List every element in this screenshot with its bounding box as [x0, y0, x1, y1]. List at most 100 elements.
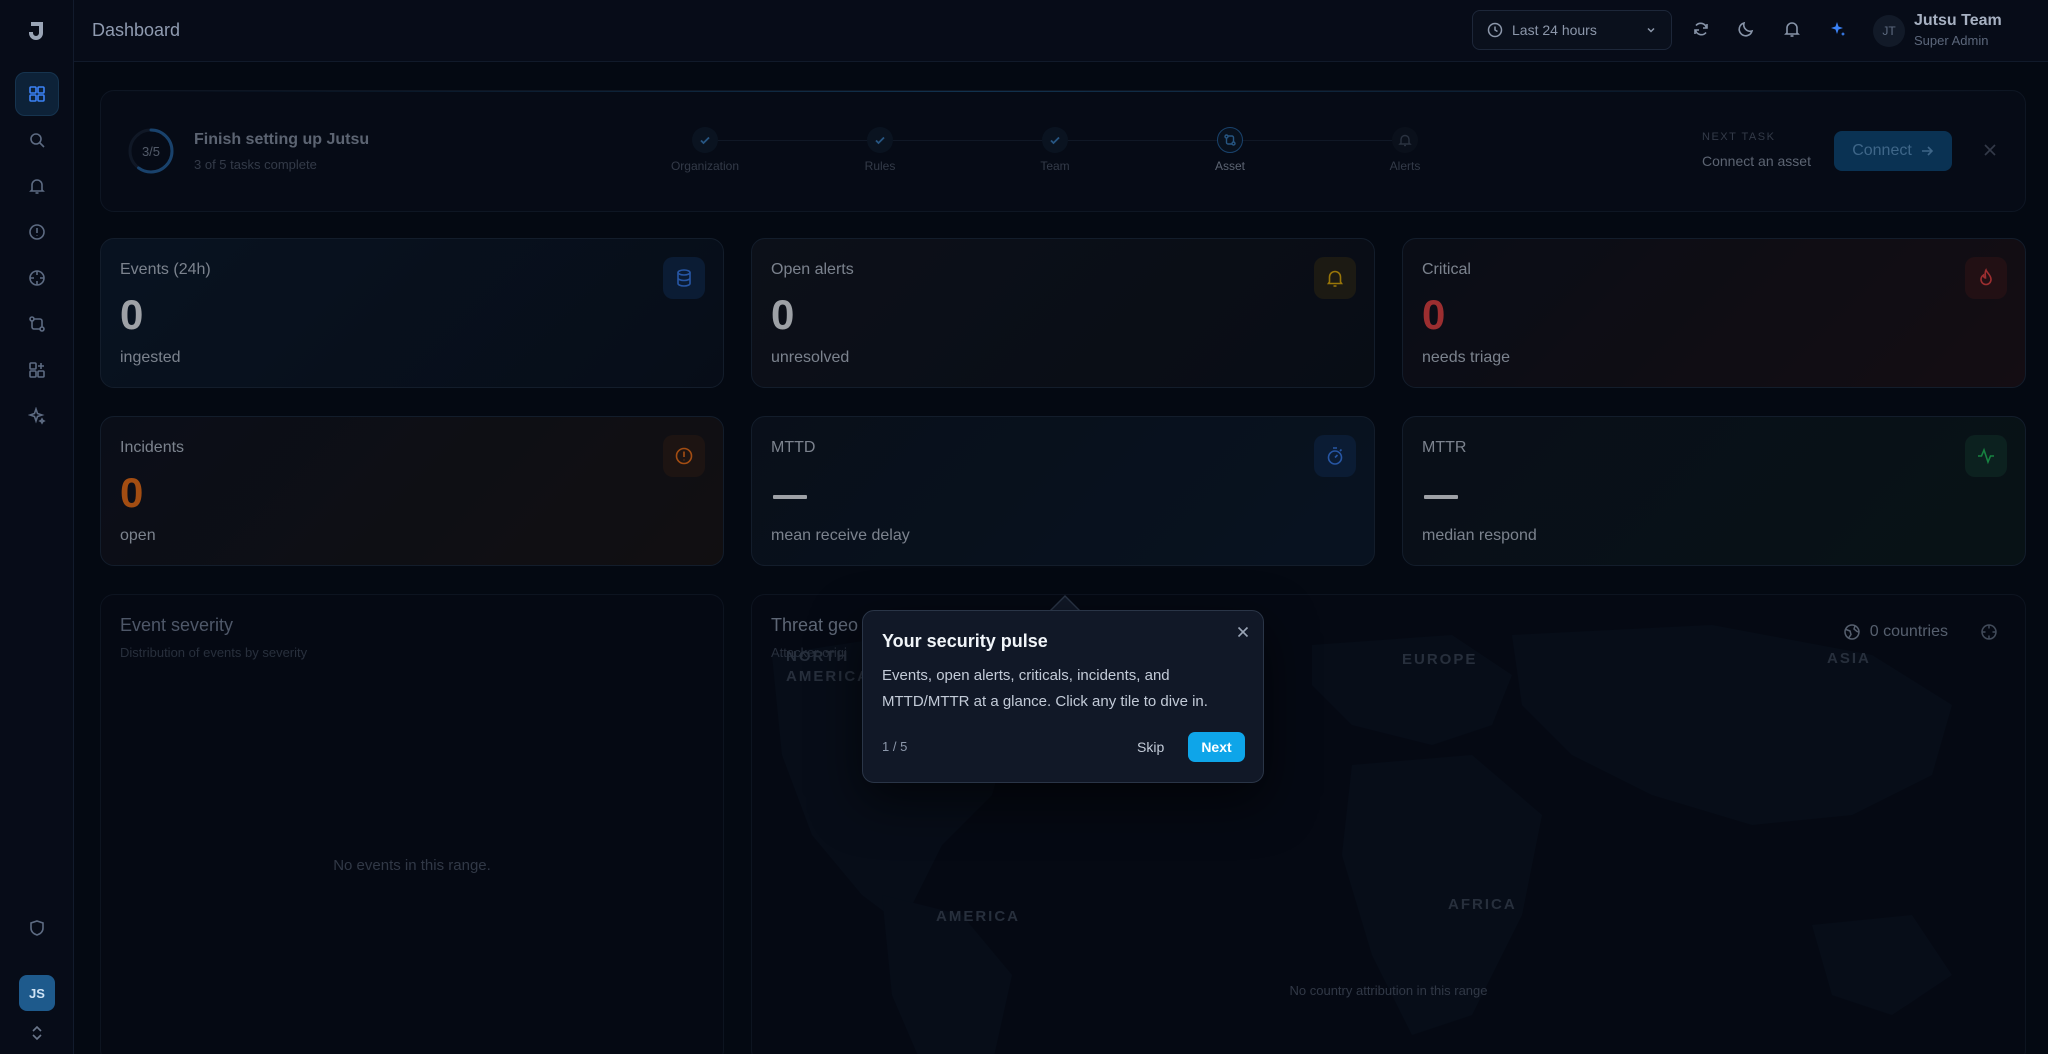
- onboarding-step-label: Organization: [670, 159, 740, 173]
- onboarding-progress-text: 3/5: [141, 143, 161, 159]
- onboarding-step-asset[interactable]: Asset: [1170, 127, 1290, 173]
- user-role: Super Admin: [1914, 33, 1989, 48]
- onboarding-step-organization[interactable]: Organization: [645, 127, 765, 173]
- tour-step-counter: 1 / 5: [882, 739, 908, 754]
- sidebar-item-integrations[interactable]: [15, 348, 59, 392]
- card-subtitle: mean receive delay: [771, 527, 910, 544]
- onboarding-step-label: Rules: [864, 159, 896, 173]
- card-mttr[interactable]: MTTR — median respond: [1402, 416, 2026, 566]
- onboarding-step-label: Asset: [1214, 159, 1245, 173]
- sidebar-item-alerts[interactable]: [15, 164, 59, 208]
- close-icon[interactable]: [1235, 624, 1251, 640]
- card-value-dash: [773, 495, 807, 499]
- countries-count: 0 countries: [1843, 623, 1948, 641]
- card-value: 0: [120, 291, 144, 338]
- close-icon[interactable]: [1981, 141, 1999, 159]
- next-task-label: NEXT TASK: [1702, 131, 1776, 143]
- onboarding-step-rules[interactable]: Rules: [820, 127, 940, 173]
- card-title: Incidents: [120, 439, 185, 456]
- sidebar: JS: [0, 0, 74, 1054]
- workflow-icon: [1224, 134, 1236, 146]
- panel-title: Threat geo: [771, 615, 859, 635]
- card-events[interactable]: Events (24h) 0 ingested: [100, 238, 724, 388]
- card-subtitle: median respond: [1422, 527, 1537, 544]
- onboarding-banner: 3/5 Finish setting up Jutsu 3 of 5 tasks…: [100, 90, 2026, 212]
- onboarding-title: Finish setting up Jutsu: [194, 131, 370, 148]
- panel-title: Event severity: [120, 615, 234, 635]
- empty-state-message: No country attribution in this range: [1289, 983, 1488, 998]
- sparkle-icon: [1831, 22, 1845, 36]
- card-open-alerts[interactable]: Open alerts 0 unresolved: [751, 238, 1375, 388]
- card-subtitle: open: [120, 527, 156, 544]
- next-task-name: Connect an asset: [1702, 153, 1811, 169]
- card-title: MTTD: [771, 439, 816, 456]
- onboarding-step-label: Team: [1040, 159, 1070, 173]
- card-incidents[interactable]: Incidents 0 open: [100, 416, 724, 566]
- event-severity-panel: Event severity Distribution of events by…: [100, 594, 724, 1054]
- card-title: Open alerts: [771, 261, 854, 278]
- page-title: Dashboard: [92, 20, 181, 40]
- sidebar-user-avatar[interactable]: JS: [19, 975, 55, 1011]
- sidebar-item-workflows[interactable]: [15, 302, 59, 346]
- moon-icon: [1738, 21, 1754, 37]
- map-region-label: EUROPE: [1402, 651, 1478, 668]
- crosshair-icon: [29, 270, 45, 286]
- arrow-right-icon: [1921, 146, 1933, 156]
- sidebar-item-search[interactable]: [15, 118, 59, 162]
- flame-icon: [1980, 268, 1992, 286]
- onboarding-step-team[interactable]: Team: [995, 127, 1115, 173]
- panel-subtitle: Distribution of events by severity: [120, 645, 308, 660]
- bell-icon: [1398, 134, 1412, 147]
- alert-circle-icon: [29, 224, 45, 240]
- map-region-label: ASIA: [1827, 650, 1871, 667]
- card-value-dash: [1424, 495, 1458, 499]
- alert-circle-icon: [675, 447, 693, 465]
- notifications-button[interactable]: [1782, 19, 1802, 39]
- sidebar-item-security[interactable]: [15, 906, 59, 950]
- sidebar-item-dashboard[interactable]: [15, 72, 59, 116]
- card-value: —: [771, 469, 813, 517]
- card-value: 0: [120, 469, 144, 516]
- connect-button-label: Connect: [1852, 142, 1912, 159]
- sidebar-item-incidents[interactable]: [15, 210, 59, 254]
- card-value: —: [1422, 469, 1464, 517]
- ai-assistant-button[interactable]: [1828, 19, 1848, 39]
- card-critical[interactable]: Critical 0 needs triage: [1402, 238, 2026, 388]
- topbar: Dashboard Last 24 hours JT Jutsu Team Su…: [74, 0, 2048, 62]
- tour-popover-arrow: [1051, 597, 1079, 611]
- bell-icon: [29, 179, 45, 194]
- search-icon: [30, 133, 45, 148]
- sparkle-icon: [28, 407, 46, 425]
- card-title: Events (24h): [120, 261, 211, 278]
- workflow-icon: [29, 316, 45, 332]
- crosshair-icon[interactable]: [1980, 623, 1998, 641]
- timer-icon: [1327, 447, 1343, 465]
- map-region-label: AMERICA: [936, 908, 1020, 925]
- sidebar-item-ai[interactable]: [15, 394, 59, 438]
- user-name[interactable]: Jutsu Team: [1914, 12, 2002, 30]
- theme-toggle-button[interactable]: [1736, 19, 1756, 39]
- onboarding-step-alerts[interactable]: Alerts: [1345, 127, 1465, 173]
- refresh-button[interactable]: [1691, 19, 1711, 39]
- card-title: MTTR: [1422, 439, 1467, 456]
- jutsu-logo-icon[interactable]: [27, 20, 47, 42]
- globe-icon: [1843, 624, 1860, 640]
- integrations-icon: [29, 362, 45, 378]
- card-mttd[interactable]: MTTD — mean receive delay: [751, 416, 1375, 566]
- sidebar-item-threat-hunting[interactable]: [15, 256, 59, 300]
- tour-skip-button[interactable]: Skip: [1137, 739, 1164, 755]
- database-icon: [677, 269, 691, 287]
- connect-button[interactable]: Connect: [1834, 131, 1952, 171]
- bell-icon: [1784, 22, 1800, 37]
- user-avatar[interactable]: JT: [1873, 15, 1905, 47]
- card-title: Critical: [1422, 261, 1471, 278]
- time-range-select[interactable]: Last 24 hours: [1472, 10, 1672, 50]
- chevron-up-down-icon[interactable]: [30, 1024, 44, 1042]
- grid-icon: [29, 86, 45, 102]
- tour-popover: Your security pulse Events, open alerts,…: [862, 610, 1264, 783]
- clock-icon: [1487, 22, 1503, 38]
- tour-body: Events, open alerts, criticals, incident…: [882, 667, 1208, 710]
- refresh-icon: [1694, 22, 1708, 36]
- tour-next-button[interactable]: Next: [1188, 732, 1245, 762]
- chevron-down-icon: [1647, 27, 1655, 33]
